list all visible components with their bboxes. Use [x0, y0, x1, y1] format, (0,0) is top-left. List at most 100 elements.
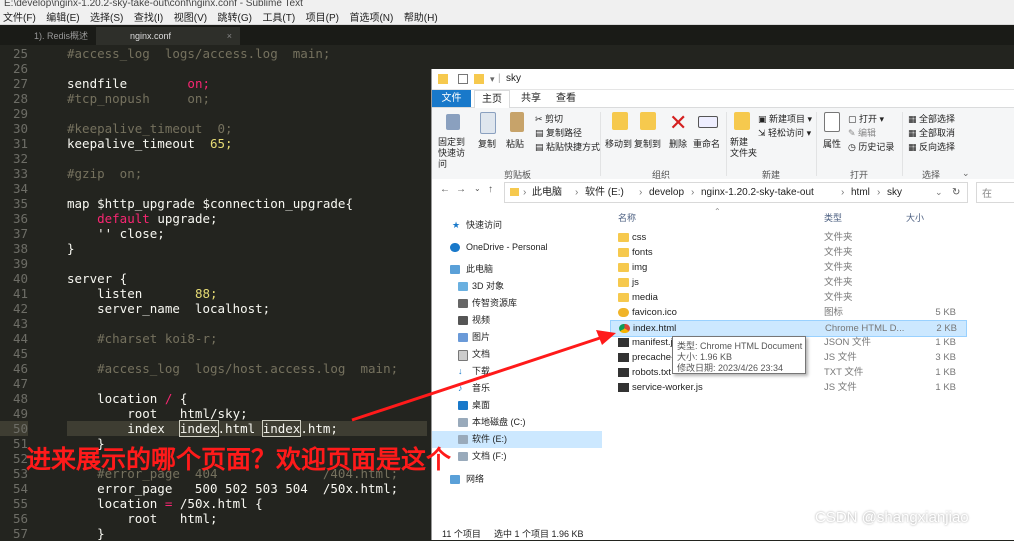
folder-icon [438, 74, 448, 84]
properties-button[interactable]: 属性 [823, 137, 841, 150]
breadcrumb-html[interactable]: html [851, 183, 870, 202]
copy-path-button[interactable]: ▤ 复制路径 [535, 126, 582, 139]
code-token: listen [67, 286, 195, 301]
line-number: 52 [12, 451, 28, 466]
open-button[interactable]: ▢ 打开 ▾ [848, 112, 884, 125]
nav-item-music[interactable]: ♪ 音乐 [432, 380, 602, 397]
refresh-icon[interactable]: ↻ [952, 183, 960, 202]
code-line: sendfile on; [67, 76, 210, 91]
code-line: #tcp_nopush on; [67, 91, 210, 106]
breadcrumb-separator: › [639, 187, 643, 198]
file-row[interactable]: js 文件夹 [610, 275, 965, 290]
ribbon-tab-file[interactable]: 文件 [432, 90, 471, 107]
checkbox-icon[interactable] [458, 74, 468, 84]
nav-item-resource-lib[interactable]: 传智资源库 [432, 295, 602, 312]
code-token: upgrade; [149, 211, 218, 226]
breadcrumb-sky[interactable]: sky [887, 183, 902, 202]
copy-button[interactable]: 复制 [478, 137, 496, 150]
file-row[interactable]: css 文件夹 [610, 230, 965, 245]
history-button[interactable]: ◷ 历史记录 [848, 140, 894, 153]
breadcrumb-nginx[interactable]: nginx-1.20.2-sky-take-out [701, 183, 814, 202]
ribbon-tab-view[interactable]: 查看 [551, 90, 581, 107]
chevron-down-icon: ▾ [805, 114, 813, 124]
chevron-down-icon: ▾ [804, 128, 812, 138]
edit-icon: ✎ [848, 128, 859, 138]
line-number: 47 [12, 376, 28, 391]
nav-item-quick-access[interactable]: ★ 快速访问 [432, 217, 602, 234]
pin-quick-access-button[interactable]: 固定到快速访问 [438, 137, 468, 170]
nav-item-label: 传智资源库 [472, 298, 518, 308]
line-number: 53 [12, 466, 28, 481]
invert-selection-button[interactable]: ▦ 反向选择 [908, 140, 955, 153]
address-bar[interactable]: › 此电脑 › 软件 (E:) › develop › nginx-1.20.2… [504, 182, 968, 203]
move-to-button[interactable]: 移动到 [605, 137, 632, 150]
paste-button[interactable]: 粘贴 [506, 137, 524, 150]
cut-icon: ✂ [535, 114, 546, 124]
new-item-button[interactable]: ▣ 新建项目 ▾ [758, 112, 812, 125]
search-input[interactable]: 在 [976, 182, 1014, 203]
nav-item-drive-e[interactable]: 软件 (E:) [432, 431, 602, 448]
file-row[interactable]: media 文件夹 [610, 290, 965, 305]
nav-item-onedrive[interactable]: OneDrive - Personal [432, 239, 602, 256]
delete-button[interactable]: 删除 [669, 137, 687, 150]
explorer-title: sky [506, 73, 521, 84]
recent-chevron-icon[interactable]: ⌄ [474, 184, 481, 193]
file-size: 5 KB [935, 307, 956, 318]
column-header-name[interactable]: 名称 [618, 209, 636, 227]
sublime-file-icon [618, 338, 629, 347]
column-header-size[interactable]: 大小 [906, 209, 924, 227]
breadcrumb-drive-e[interactable]: 软件 (E:) [585, 183, 624, 202]
copy-to-button[interactable]: 复制到 [634, 137, 661, 150]
tab-nginx-conf[interactable]: nginx.conf × [96, 27, 240, 45]
address-dropdown-icon[interactable]: ⌄ [935, 183, 943, 202]
file-name: service-worker.js [632, 382, 703, 393]
nav-item-drive-c[interactable]: 本地磁盘 (C:) [432, 414, 602, 431]
code-line: } [67, 241, 75, 256]
nav-item-drive-f[interactable]: 文档 (F:) [432, 448, 602, 465]
forward-arrow-icon[interactable]: → [456, 184, 466, 195]
nav-item-3d-objects[interactable]: 3D 对象 [432, 278, 602, 295]
nav-item-this-pc[interactable]: 此电脑 [432, 261, 602, 278]
nav-item-downloads[interactable]: ↓ 下载 [432, 363, 602, 380]
rename-button[interactable]: 重命名 [693, 137, 720, 150]
file-row[interactable]: fonts 文件夹 [610, 245, 965, 260]
edit-button[interactable]: ✎ 编辑 [848, 126, 876, 139]
nav-item-videos[interactable]: 视频 [432, 312, 602, 329]
ribbon-tab-share[interactable]: 共享 [516, 90, 546, 107]
collapse-ribbon-icon[interactable]: ⌄ [962, 168, 970, 179]
open-label: 打开 [859, 114, 878, 124]
select-all-button[interactable]: ▦ 全部选择 [908, 112, 955, 125]
ribbon-tab-home[interactable]: 主页 [474, 90, 510, 108]
file-name: robots.txt [632, 367, 672, 378]
nav-item-label: 桌面 [472, 400, 491, 410]
cut-button[interactable]: ✂ 剪切 [535, 112, 563, 125]
file-name: fonts [632, 247, 653, 258]
file-size: 3 KB [935, 352, 956, 363]
column-header-type[interactable]: 类型 [824, 209, 842, 227]
close-icon[interactable]: × [227, 27, 232, 45]
nav-item-desktop[interactable]: 桌面 [432, 397, 602, 414]
file-row[interactable]: service-worker.js JS 文件 1 KB [610, 380, 965, 395]
nav-item-pictures[interactable]: 图片 [432, 329, 602, 346]
file-row[interactable]: favicon.ico 图标 5 KB [610, 305, 965, 320]
nav-item-label: OneDrive - Personal [466, 242, 548, 252]
file-type: TXT 文件 [824, 367, 864, 378]
breadcrumb-this-pc[interactable]: 此电脑 [532, 183, 562, 202]
file-type: JS 文件 [824, 382, 857, 393]
file-type: 图标 [824, 307, 844, 318]
up-arrow-icon[interactable]: ↑ [488, 184, 493, 195]
select-all-label: 全部选择 [919, 114, 956, 124]
easy-access-button[interactable]: ⇲ 轻松访问 ▾ [758, 126, 811, 139]
select-none-button[interactable]: ▦ 全部取消 [908, 126, 955, 139]
new-folder-icon[interactable] [474, 74, 484, 84]
new-folder-button[interactable]: 新建 文件夹 [730, 137, 757, 159]
file-row[interactable]: img 文件夹 [610, 260, 965, 275]
back-arrow-icon[interactable]: ← [440, 184, 450, 195]
nav-item-network[interactable]: 网络 [432, 471, 602, 488]
dropdown-icon[interactable]: ▾ [490, 69, 495, 89]
paste-shortcut-button[interactable]: ▤ 粘贴快捷方式 [535, 140, 600, 153]
code-line: error_page 500 502 503 504 /50x.html; [67, 481, 399, 496]
nav-item-documents[interactable]: 文档 [432, 346, 602, 363]
breadcrumb-separator: › [575, 187, 579, 198]
breadcrumb-develop[interactable]: develop [649, 183, 684, 202]
